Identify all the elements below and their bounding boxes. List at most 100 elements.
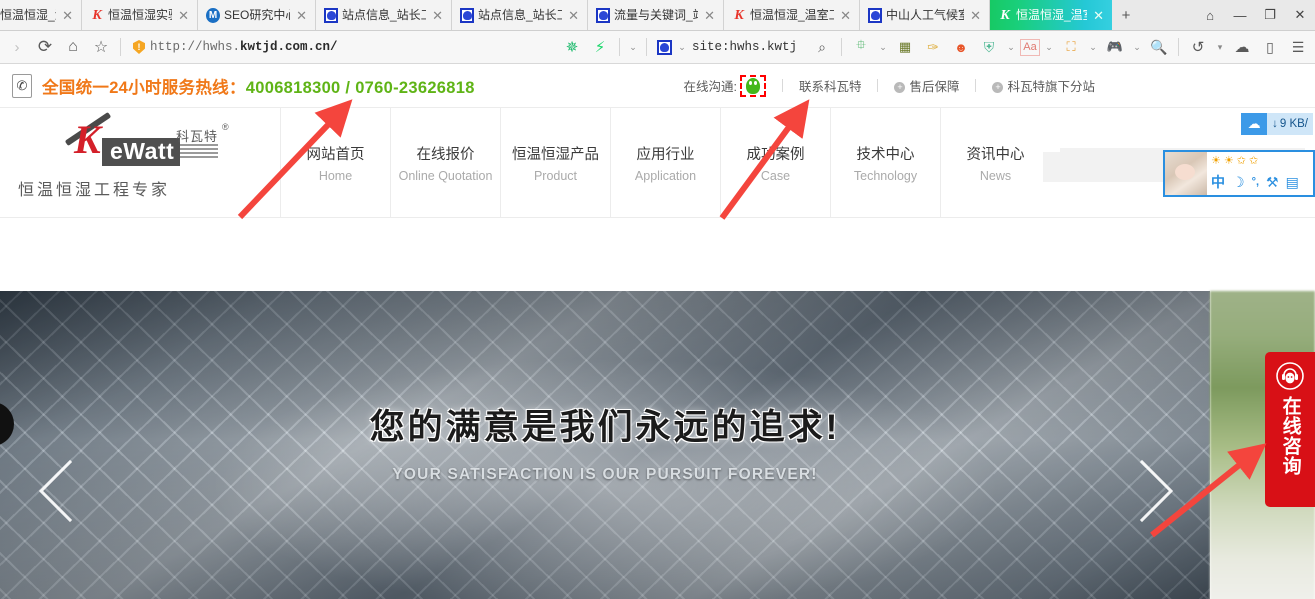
address-bar[interactable]: http://hwhs.kwtjd.com.cn/ [127,35,557,59]
coupon-extension-icon[interactable]: ☻ [948,34,974,60]
close-window-button[interactable]: ✕ [1285,0,1315,30]
baidu-favicon-icon [596,7,610,23]
browser-tab[interactable]: K 恒温恒湿_温室工 ✕ [724,0,860,30]
nav-label-en: Application [634,168,697,183]
carousel-prev-button[interactable] [38,459,102,543]
hotline-number-secondary[interactable]: 0760-23626818 [355,79,475,97]
close-icon[interactable]: ✕ [968,9,983,22]
search-box[interactable]: ⌄ site:hwhs.kwtj ⌕ [653,35,835,59]
nav-item-application[interactable]: 应用行业 Application [610,108,720,217]
topbar-link-subsites[interactable]: + 科瓦特旗下分站 [992,76,1095,95]
chevron-down-icon[interactable]: ⌄ [1004,42,1018,53]
online-consult-widget[interactable]: 在线咨询 [1265,352,1315,507]
chevron-down-icon[interactable]: ⌄ [876,42,890,53]
browser-tab[interactable]: 恒温恒湿_温室工 ✕ [0,0,82,30]
kuaikan-favicon-icon: K [1000,8,1010,23]
shield-money-icon[interactable]: ⛨ [976,34,1002,60]
qq-penguin-icon [745,77,760,94]
hero-text: 您的满意是我们永远的追求! YOUR SATISFACTION IS OUR P… [0,399,1210,484]
nav-item-case[interactable]: 成功案例 Case [720,108,830,217]
reload-icon[interactable]: ⟳ [32,34,58,60]
browser-tab[interactable]: 站点信息_站长工 ✕ [452,0,588,30]
forward-icon[interactable]: › [4,34,30,60]
ime-mode-chinese-icon[interactable]: 中 [1211,172,1225,192]
ime-toolbox-icon[interactable]: ▤ [1286,174,1299,191]
game-extension-icon[interactable]: 🎮 [1102,34,1128,60]
search-input[interactable]: site:hwhs.kwtj [692,40,810,54]
site-topbar: ✆ 全国统一24小时服务热线：4006818300 / 0760-2362681… [0,64,1315,108]
nav-item-product[interactable]: 恒温恒湿产品 Product [500,108,610,217]
security-warning-icon[interactable] [133,40,145,54]
kuaikan-favicon-icon: K [734,8,744,23]
browser-tab[interactable]: 站点信息_站长工 ✕ [316,0,452,30]
home-icon[interactable]: ⌂ [60,34,86,60]
close-icon[interactable]: ✕ [294,9,309,22]
baidu-search-engine-icon[interactable] [657,39,672,55]
hotline-text: 全国统一24小时服务热线：4006818300 / 0760-23626818 [42,74,475,98]
close-icon[interactable]: ✕ [838,9,853,22]
minimize-button[interactable]: — [1225,0,1255,30]
close-icon[interactable]: ✕ [430,9,445,22]
cloud-sync-icon[interactable]: ☁ [1229,34,1255,60]
chevron-down-icon[interactable]: ⌄ [626,42,640,53]
maximize-button[interactable]: ❐ [1255,0,1285,30]
browser-menu-icon[interactable]: ☰ [1285,34,1311,60]
chevron-down-icon[interactable]: ⌄ [1086,42,1100,53]
undo-close-tab-icon[interactable]: ↺ [1185,34,1211,60]
hotline-number-primary[interactable]: 4006818300 [246,79,341,97]
speed-boost-icon[interactable]: ⚡ [587,34,613,60]
nav-item-news[interactable]: 资讯中心 News [940,108,1050,217]
screenshot-extension-icon[interactable]: ⛶ [1058,34,1084,60]
nav-label-cn: 应用行业 [636,146,695,163]
close-icon[interactable]: ✕ [60,9,75,22]
carousel-next-button[interactable] [1110,459,1174,543]
search-icon[interactable]: ⌕ [813,34,831,60]
browser-tab-active[interactable]: K 恒温恒湿_温室工 ✕ [990,0,1112,30]
close-icon[interactable]: ✕ [566,9,581,22]
tab-title: 恒温恒湿_温室工 [750,7,835,22]
nav-item-technology[interactable]: 技术中心 Technology [830,108,940,217]
ime-settings-wrench-icon[interactable]: ⚒ [1266,174,1279,191]
nav-label-cn: 恒温恒湿产品 [512,146,599,163]
ime-punctuation-icon[interactable]: °, [1252,176,1259,188]
close-icon[interactable]: ✕ [176,9,191,22]
new-tab-button[interactable]: + [1112,0,1140,30]
extensions-grid-icon[interactable]: ⯐ [848,34,874,60]
netdisk-speed-badge[interactable]: ☁ ↓ 9 KB/ [1241,113,1313,135]
sun-icon: ☀ [1223,155,1234,167]
mobile-view-icon[interactable]: ▯ [1257,34,1283,60]
chevron-down-icon[interactable]: ⌄ [675,42,689,53]
page-translate-icon[interactable]: ✵ [559,34,585,60]
browser-tab[interactable]: 中山人工气候室 ✕ [860,0,990,30]
close-icon[interactable]: ✕ [702,9,717,22]
magnifier-extension-icon[interactable]: 🔍 [1146,34,1172,60]
topbar-link-aftersales[interactable]: + 售后保障 [894,76,959,95]
topbar-link-contact[interactable]: 联系科瓦特 [799,76,862,95]
nav-item-home[interactable]: 网站首页 Home [280,108,390,217]
chevron-down-icon[interactable]: ⌄ [1042,42,1056,53]
close-icon[interactable]: ✕ [1091,9,1106,22]
chevron-down-icon[interactable]: ▾ [1213,42,1227,53]
bookmark-star-icon[interactable]: ☆ [88,34,114,60]
browser-tab[interactable]: 流量与关键词_站 ✕ [588,0,724,30]
font-size-extension-icon[interactable]: Aa [1020,38,1040,56]
tab-title: SEO研究中心VIP [224,7,290,22]
bird-extension-icon[interactable]: ✑ [920,34,946,60]
nav-item-quotation[interactable]: 在线报价 Online Quotation [390,108,500,217]
ime-skin-avatar[interactable] [1165,152,1207,195]
ime-rating-stars: ☀ ☀ ✩ ✩ [1207,152,1313,169]
restore-session-icon[interactable]: ⌂ [1195,0,1225,30]
calendar-extension-icon[interactable]: ▦ [892,34,918,60]
tab-strip: 恒温恒湿_温室工 ✕ K 恒温恒湿实验室 ✕ M SEO研究中心VIP ✕ 站点… [0,0,1315,31]
url-text: http://hwhs.kwtjd.com.cn/ [150,40,338,54]
kuaikan-favicon-icon: K [92,8,102,23]
ime-moon-icon[interactable]: ☽ [1232,174,1245,191]
ime-status-bar[interactable]: ☀ ☀ ✩ ✩ 中 ☽ °, ⚒ ▤ [1163,150,1315,197]
chevron-down-icon[interactable]: ⌄ [1130,42,1144,53]
nav-label-en: Technology [853,168,918,183]
site-logo[interactable]: K eWatt 科瓦特 ® 恒温恒湿工程专家 [0,108,280,217]
browser-tab[interactable]: K 恒温恒湿实验室 ✕ [82,0,198,30]
browser-tab[interactable]: M SEO研究中心VIP ✕ [198,0,316,30]
qq-chat-button[interactable] [739,74,766,97]
tab-title: 恒温恒湿_温室工 [0,7,56,22]
